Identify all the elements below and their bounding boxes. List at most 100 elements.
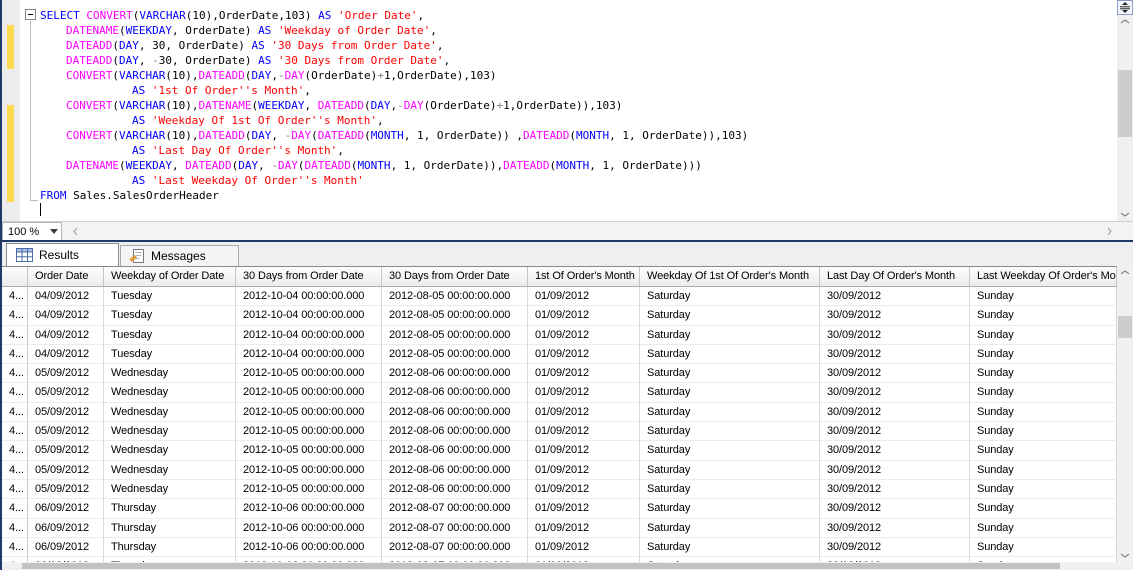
row-header-cell[interactable]: 4... xyxy=(2,441,28,461)
grid-cell[interactable]: 01/09/2012 xyxy=(528,422,640,442)
grid-cell[interactable]: 2012-08-06 00:00:00.000 xyxy=(382,441,528,461)
grid-cell[interactable]: 05/09/2012 xyxy=(28,383,104,403)
grid-cell[interactable]: Sunday xyxy=(970,306,1117,326)
grid-cell[interactable]: Wednesday xyxy=(104,402,236,423)
grid-cell[interactable]: 2012-08-07 00:00:00.000 xyxy=(382,499,528,519)
grid-cell[interactable]: Tuesday xyxy=(104,306,236,326)
row-header-cell[interactable]: 4... xyxy=(2,479,28,500)
grid-cell[interactable]: 30/09/2012 xyxy=(820,402,970,423)
scroll-right-icon[interactable] xyxy=(1102,224,1116,239)
grid-cell[interactable]: 2012-08-06 00:00:00.000 xyxy=(382,364,528,384)
grid-cell[interactable]: 30/09/2012 xyxy=(820,441,970,461)
code-line[interactable]: CONVERT(VARCHAR(10),DATENAME(WEEKDAY, DA… xyxy=(40,98,748,113)
grid-cell[interactable]: 2012-08-05 00:00:00.000 xyxy=(382,287,528,307)
grid-cell[interactable]: Tuesday xyxy=(104,287,236,307)
grid-cell[interactable]: 30/09/2012 xyxy=(820,306,970,326)
grid-cell[interactable]: 2012-08-06 00:00:00.000 xyxy=(382,422,528,442)
code-line[interactable]: DATENAME(WEEKDAY, DATEADD(DAY, -DAY(DATE… xyxy=(40,158,748,173)
grid-cell[interactable]: Saturday xyxy=(640,518,820,538)
row-header-cell[interactable]: 4... xyxy=(2,364,28,384)
grid-cell[interactable]: 2012-10-04 00:00:00.000 xyxy=(236,287,382,307)
tab-results[interactable]: Results xyxy=(6,243,119,266)
grid-cell[interactable]: Sunday xyxy=(970,325,1117,345)
column-header[interactable]: 30 Days from Order Date xyxy=(236,267,382,287)
code-line[interactable] xyxy=(40,203,748,218)
column-header[interactable]: Weekday of Order Date xyxy=(104,267,236,287)
column-header[interactable]: 30 Days from Order Date xyxy=(382,267,528,287)
grid-cell[interactable]: Wednesday xyxy=(104,460,236,480)
grid-cell[interactable]: 04/09/2012 xyxy=(28,306,104,326)
row-header-cell[interactable]: 4... xyxy=(2,537,28,558)
grid-cell[interactable]: 01/09/2012 xyxy=(528,537,640,558)
grid-cell[interactable]: 30/09/2012 xyxy=(820,537,970,558)
grid-cell[interactable]: 04/09/2012 xyxy=(28,344,104,365)
grid-cell[interactable]: 2012-08-06 00:00:00.000 xyxy=(382,402,528,423)
code-line[interactable]: AS 'Last Weekday Of Order''s Month' xyxy=(40,173,748,188)
row-header-cell[interactable]: 4... xyxy=(2,422,28,442)
code-line[interactable]: DATENAME(WEEKDAY, OrderDate) AS 'Weekday… xyxy=(40,23,748,38)
grid-vertical-scrollbar[interactable] xyxy=(1117,266,1133,562)
column-header[interactable]: Last Weekday Of Order's Month xyxy=(970,267,1117,287)
grid-cell[interactable]: 06/09/2012 xyxy=(28,518,104,538)
scroll-left-icon[interactable] xyxy=(68,224,82,239)
row-header-cell[interactable]: 4... xyxy=(2,325,28,345)
code-line[interactable]: SELECT CONVERT(VARCHAR(10),OrderDate,103… xyxy=(40,8,748,23)
grid-cell[interactable]: 01/09/2012 xyxy=(528,344,640,365)
editor-splitter-handle[interactable] xyxy=(1117,0,1133,15)
grid-cell[interactable]: 06/09/2012 xyxy=(28,537,104,558)
grid-cell[interactable]: 2012-10-06 00:00:00.000 xyxy=(236,537,382,558)
grid-cell[interactable]: 2012-10-05 00:00:00.000 xyxy=(236,422,382,442)
grid-cell[interactable]: 30/09/2012 xyxy=(820,460,970,480)
grid-cell[interactable]: Saturday xyxy=(640,306,820,326)
grid-cell[interactable]: Sunday xyxy=(970,402,1117,423)
grid-cell[interactable]: 2012-10-06 00:00:00.000 xyxy=(236,518,382,538)
results-grid[interactable]: Order Date Weekday of Order Date 30 Days f… xyxy=(2,266,1117,570)
scroll-down-icon[interactable] xyxy=(1117,549,1133,562)
grid-cell[interactable]: 05/09/2012 xyxy=(28,402,104,423)
grid-cell[interactable]: Saturday xyxy=(640,325,820,345)
grid-cell[interactable]: Saturday xyxy=(640,344,820,365)
grid-cell[interactable]: Saturday xyxy=(640,499,820,519)
grid-cell[interactable]: 30/09/2012 xyxy=(820,499,970,519)
grid-cell[interactable]: 01/09/2012 xyxy=(528,441,640,461)
grid-cell[interactable]: 2012-08-07 00:00:00.000 xyxy=(382,518,528,538)
column-header[interactable]: 1st Of Order's Month xyxy=(528,267,640,287)
grid-cell[interactable]: Saturday xyxy=(640,537,820,558)
grid-cell[interactable]: 2012-08-05 00:00:00.000 xyxy=(382,325,528,345)
scroll-up-icon[interactable] xyxy=(1117,266,1133,279)
code-line[interactable]: DATEADD(DAY, 30, OrderDate) AS '30 Days … xyxy=(40,38,748,53)
grid-cell[interactable]: 04/09/2012 xyxy=(28,287,104,307)
row-header-cell[interactable]: 4... xyxy=(2,518,28,538)
sql-editor[interactable]: SELECT CONVERT(VARCHAR(10),OrderDate,103… xyxy=(2,0,1117,221)
row-header-cell[interactable]: 4... xyxy=(2,460,28,480)
grid-cell[interactable]: 2012-08-06 00:00:00.000 xyxy=(382,460,528,480)
grid-cell[interactable]: Saturday xyxy=(640,479,820,500)
grid-cell[interactable]: 01/09/2012 xyxy=(528,518,640,538)
grid-cell[interactable]: Sunday xyxy=(970,518,1117,538)
row-header-cell[interactable]: 4... xyxy=(2,402,28,423)
grid-cell[interactable]: Sunday xyxy=(970,287,1117,307)
grid-cell[interactable]: Wednesday xyxy=(104,441,236,461)
grid-cell[interactable]: 2012-10-06 00:00:00.000 xyxy=(236,499,382,519)
grid-cell[interactable]: Sunday xyxy=(970,364,1117,384)
code-line[interactable]: CONVERT(VARCHAR(10),DATEADD(DAY,-DAY(Ord… xyxy=(40,68,748,83)
grid-cell[interactable]: 2012-10-04 00:00:00.000 xyxy=(236,325,382,345)
grid-cell[interactable]: 01/09/2012 xyxy=(528,460,640,480)
grid-cell[interactable]: 30/09/2012 xyxy=(820,518,970,538)
grid-cell[interactable]: 05/09/2012 xyxy=(28,364,104,384)
grid-cell[interactable]: Saturday xyxy=(640,460,820,480)
grid-vscroll-thumb[interactable] xyxy=(1118,316,1132,338)
grid-cell[interactable]: Wednesday xyxy=(104,383,236,403)
column-header[interactable]: Weekday Of 1st Of Order's Month xyxy=(640,267,820,287)
grid-cell[interactable]: 2012-10-05 00:00:00.000 xyxy=(236,402,382,423)
grid-cell[interactable]: 2012-10-05 00:00:00.000 xyxy=(236,460,382,480)
grid-cell[interactable]: 30/09/2012 xyxy=(820,325,970,345)
grid-cell[interactable]: 2012-08-06 00:00:00.000 xyxy=(382,479,528,500)
grid-cell[interactable]: 2012-10-04 00:00:00.000 xyxy=(236,344,382,365)
grid-cell[interactable]: 01/09/2012 xyxy=(528,402,640,423)
grid-cell[interactable]: Sunday xyxy=(970,537,1117,558)
grid-cell[interactable]: 30/09/2012 xyxy=(820,383,970,403)
grid-cell[interactable]: 2012-08-07 00:00:00.000 xyxy=(382,537,528,558)
grid-cell[interactable]: Thursday xyxy=(104,537,236,558)
grid-cell[interactable]: Wednesday xyxy=(104,422,236,442)
